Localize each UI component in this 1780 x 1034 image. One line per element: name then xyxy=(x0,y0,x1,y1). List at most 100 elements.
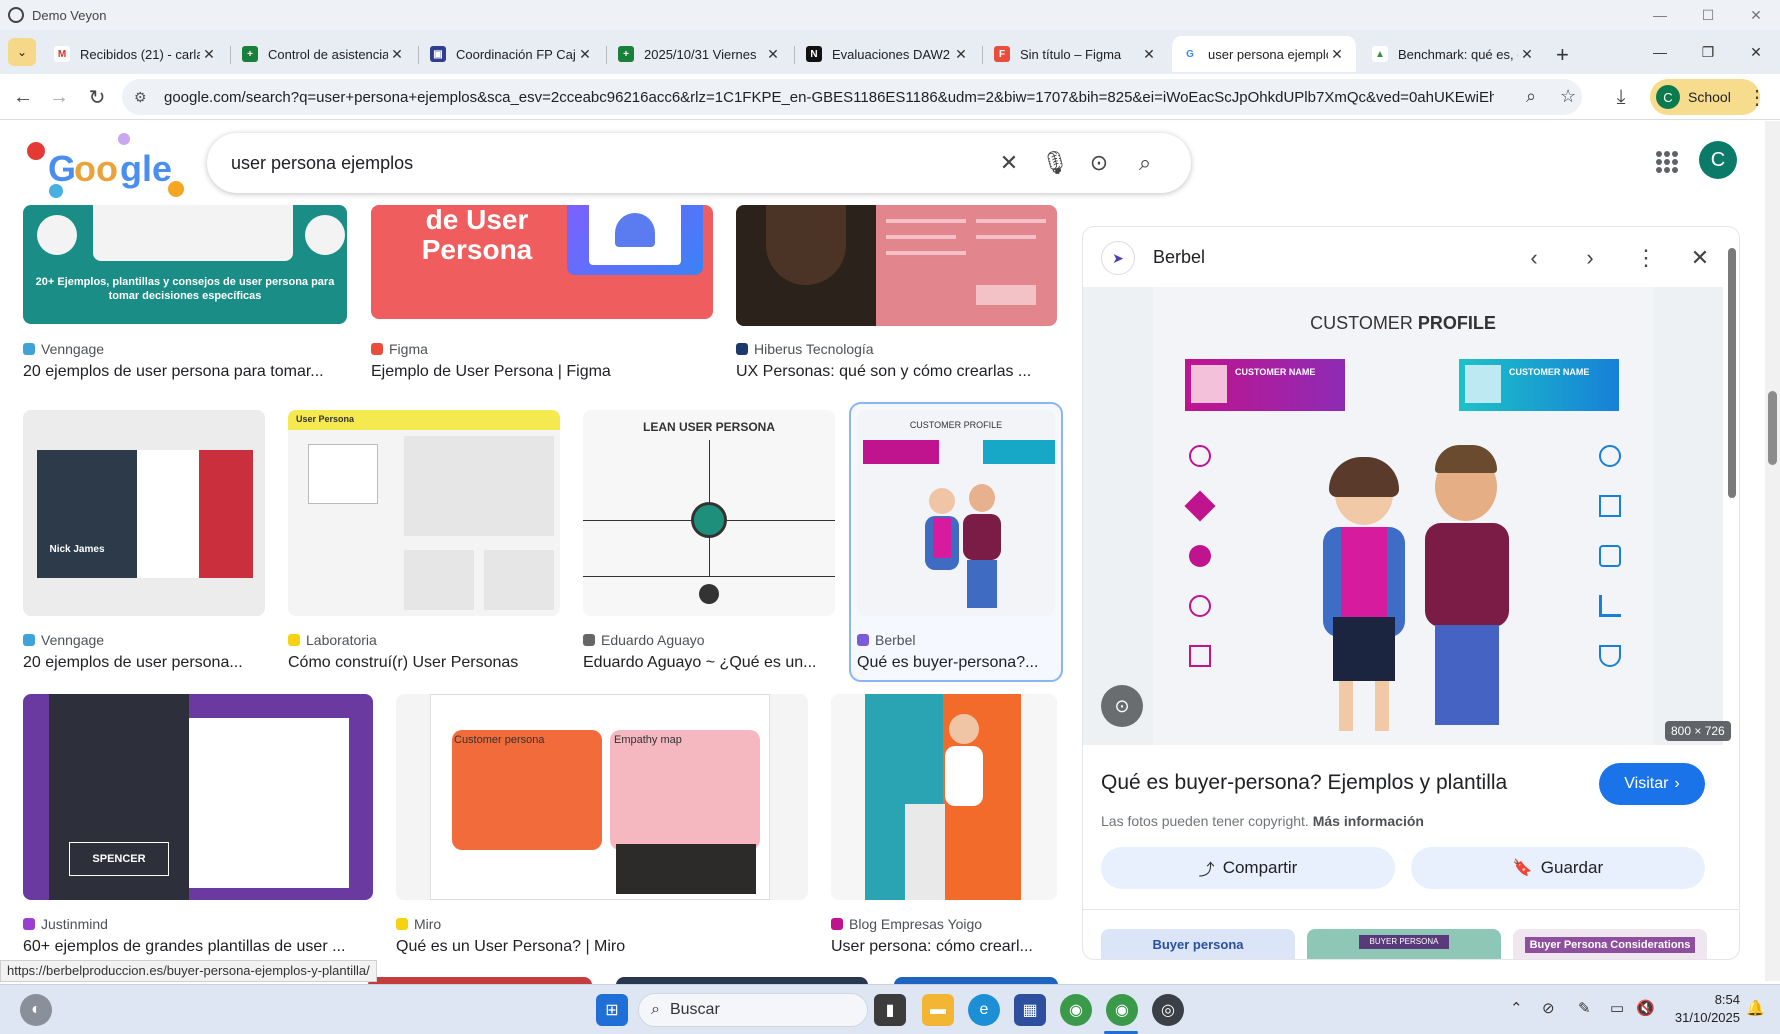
camera-lens-icon[interactable]: ⊙ xyxy=(1083,147,1115,179)
result-source[interactable]: Berbel xyxy=(857,632,915,648)
result-source[interactable]: Eduardo Aguayo xyxy=(583,632,705,648)
result-title[interactable]: 20 ejemplos de user persona... xyxy=(23,654,265,672)
minimize-icon[interactable]: — xyxy=(1636,0,1684,30)
clear-search-icon[interactable]: ✕ xyxy=(993,147,1025,179)
result-source[interactable]: Justinmind xyxy=(23,916,108,932)
result-title[interactable]: Ejemplo de User Persona | Figma xyxy=(371,363,713,381)
volume-muted-icon[interactable]: 🔇 xyxy=(1636,999,1655,1017)
system-clock[interactable]: 8:54 31/10/2025 xyxy=(1660,991,1740,1027)
save-button[interactable]: 🔖 Guardar xyxy=(1411,847,1705,889)
close-icon[interactable]: ✕ xyxy=(1732,36,1780,68)
result-title[interactable]: UX Personas: qué son y cómo crearlas ... xyxy=(736,363,1057,381)
result-thumbnail[interactable]: 20+ Ejemplos, plantillas y consejos de u… xyxy=(23,205,347,324)
result-title[interactable]: Qué es buyer-persona?... xyxy=(857,654,1055,672)
tab-viernes-sheet[interactable]: + 2025/10/31 Viernes ✕ xyxy=(608,36,792,72)
panel-scrollbar[interactable] xyxy=(1726,236,1738,956)
preview-image[interactable]: CUSTOMER PROFILE CUSTOMER NAME CUSTOMER … xyxy=(1083,287,1723,745)
widgets-icon[interactable]: ◐ xyxy=(20,994,52,1026)
tab-close-icon[interactable]: ✕ xyxy=(1518,46,1536,63)
visit-button[interactable]: Visitar › xyxy=(1599,763,1705,805)
share-button[interactable]: ⤴ Compartir xyxy=(1101,847,1395,889)
result-thumbnail[interactable] xyxy=(831,694,1057,900)
previous-result-icon[interactable]: ‹ xyxy=(1517,241,1551,275)
google-doodle-logo[interactable]: G oo gle xyxy=(26,131,190,201)
apps-grid-icon[interactable] xyxy=(1656,151,1678,173)
restore-icon[interactable]: ❐ xyxy=(1684,36,1732,68)
address-bar[interactable]: ⚙ google.com/search?q=user+persona+ejemp… xyxy=(122,79,1582,115)
next-result-icon[interactable]: › xyxy=(1573,241,1607,275)
page-scrollbar[interactable] xyxy=(1765,121,1780,981)
pen-icon[interactable]: ✎ xyxy=(1578,999,1591,1017)
related-image[interactable]: BUYER PERSONA xyxy=(1307,929,1501,959)
maximize-icon[interactable]: ☐ xyxy=(1684,0,1732,30)
windows-start-icon[interactable]: ⊞ xyxy=(596,994,628,1026)
tab-evaluaciones[interactable]: N Evaluaciones DAW2 ✕ xyxy=(796,36,980,72)
result-source[interactable]: Figma xyxy=(371,341,428,357)
tab-gmail[interactable]: M Recibidos (21) - carla ✕ xyxy=(44,36,228,72)
tab-figma[interactable]: F Sin título – Figma ✕ xyxy=(984,36,1168,72)
result-source[interactable]: Venngage xyxy=(23,632,104,648)
network-off-icon[interactable]: ⊘ xyxy=(1542,999,1555,1017)
display-icon[interactable]: ▭ xyxy=(1610,999,1624,1017)
tab-close-icon[interactable]: ✕ xyxy=(1140,46,1158,63)
result-thumbnail[interactable]: SPENCER xyxy=(23,694,373,900)
notifications-icon[interactable]: 🔔 xyxy=(1746,999,1765,1017)
store-icon[interactable]: ▦ xyxy=(1014,994,1046,1026)
result-title[interactable]: Qué es un User Persona? | Miro xyxy=(396,938,808,956)
result-source[interactable]: Laboratoria xyxy=(288,632,377,648)
result-title[interactable]: 60+ ejemplos de grandes plantillas de us… xyxy=(23,938,373,956)
chrome-profile-icon[interactable]: ◉ xyxy=(1106,994,1138,1026)
tray-overflow-icon[interactable]: ⌃ xyxy=(1510,999,1523,1017)
minimize-icon[interactable]: — xyxy=(1636,36,1684,68)
tab-close-icon[interactable]: ✕ xyxy=(200,46,218,63)
close-panel-icon[interactable]: ✕ xyxy=(1683,241,1717,275)
tab-coordinacion[interactable]: ▣ Coordinación FP Caj ✕ xyxy=(420,36,604,72)
tab-close-icon[interactable]: ✕ xyxy=(576,46,594,63)
more-options-icon[interactable]: ⋮ xyxy=(1629,241,1663,275)
result-thumbnail[interactable]: CUSTOMER PROFILE xyxy=(857,410,1055,616)
panel-site-name[interactable]: Berbel xyxy=(1153,247,1205,268)
close-icon[interactable]: ✕ xyxy=(1732,0,1780,30)
search-icon[interactable]: ⌕ xyxy=(1129,147,1161,179)
tab-benchmark[interactable]: ▲ Benchmark: qué es, c ✕ xyxy=(1362,36,1546,72)
result-thumbnail[interactable] xyxy=(736,205,1057,326)
result-title[interactable]: Eduardo Aguayo ~ ¿Qué es un... xyxy=(583,654,835,672)
result-title[interactable]: Cómo construí(r) User Personas xyxy=(288,654,560,672)
site-info-icon[interactable]: ⚙ xyxy=(134,89,154,106)
back-icon[interactable]: ← xyxy=(8,82,38,112)
result-title[interactable]: 20 ejemplos de user persona para tomar..… xyxy=(23,363,347,381)
more-info-link[interactable]: Más información xyxy=(1313,813,1424,829)
edge-icon[interactable]: e xyxy=(968,994,1000,1026)
file-explorer-icon[interactable]: ▬ xyxy=(922,994,954,1026)
microphone-icon[interactable]: 🎙 xyxy=(1039,147,1071,179)
related-image[interactable]: Buyer Persona Considerations xyxy=(1513,929,1707,959)
chrome-icon[interactable]: ◉ xyxy=(1060,994,1092,1026)
result-thumbnail[interactable]: de User Persona xyxy=(371,205,713,319)
result-title[interactable]: User persona: cómo crearl... xyxy=(831,938,1057,956)
tab-close-icon[interactable]: ✕ xyxy=(764,46,782,63)
result-source[interactable]: Venngage xyxy=(23,341,104,357)
forward-icon[interactable]: → xyxy=(44,82,74,112)
browser-menu-icon[interactable]: ⋮ xyxy=(1742,82,1772,112)
veyon-icon[interactable]: ◎ xyxy=(1152,994,1184,1026)
result-thumbnail[interactable]: Nick James xyxy=(23,410,265,616)
tab-close-icon[interactable]: ✕ xyxy=(1328,46,1346,63)
related-image[interactable]: Buyer persona xyxy=(1101,929,1295,959)
bookmark-star-icon[interactable]: ☆ xyxy=(1560,86,1576,107)
tab-close-icon[interactable]: ✕ xyxy=(388,46,406,63)
download-icon[interactable]: ⤓ xyxy=(1606,82,1636,112)
result-thumbnail[interactable]: Customer persona Empathy map xyxy=(396,694,808,900)
result-source[interactable]: Hiberus Tecnología xyxy=(736,341,874,357)
task-view-icon[interactable]: ▮ xyxy=(874,994,906,1026)
taskbar-search[interactable]: ⌕ Buscar xyxy=(638,993,868,1027)
result-thumbnail[interactable]: LEAN USER PERSONA xyxy=(583,410,835,616)
new-tab-icon[interactable]: + xyxy=(1556,42,1569,68)
account-avatar[interactable]: C xyxy=(1699,141,1737,179)
search-lens-icon[interactable]: ⌕ xyxy=(1526,86,1536,107)
lens-search-icon[interactable]: ⊙ xyxy=(1101,685,1143,727)
search-box[interactable]: user persona ejemplos ✕ 🎙 ⊙ ⌕ xyxy=(207,133,1191,193)
tab-control-asistencia[interactable]: + Control de asistencia ✕ xyxy=(232,36,416,72)
search-input[interactable]: user persona ejemplos xyxy=(231,153,413,174)
tab-google-search[interactable]: G user persona ejemplos ✕ xyxy=(1172,36,1356,72)
result-thumbnail[interactable]: User Persona xyxy=(288,410,560,616)
